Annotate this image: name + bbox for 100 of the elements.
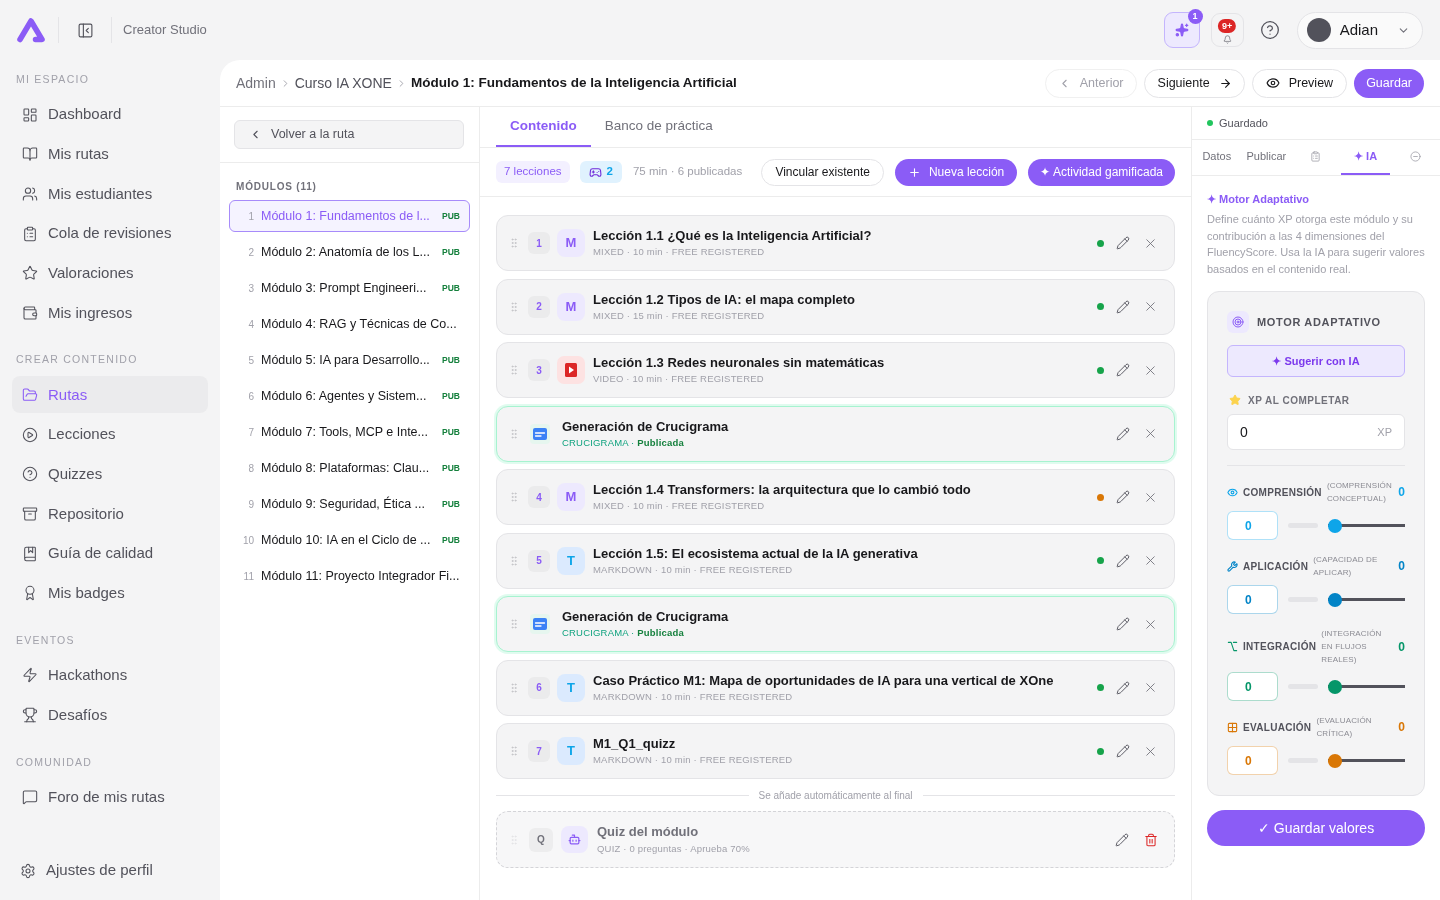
sidebar-item[interactable]: Foro de mis rutas (12, 778, 208, 816)
sidebar-item[interactable]: Mis ingresos (12, 294, 208, 332)
pencil-icon[interactable] (1115, 832, 1129, 847)
new-lesson-button[interactable]: Nueva lección (894, 158, 1018, 186)
drag-handle-icon[interactable] (508, 745, 520, 757)
module-item[interactable]: 6 Módulo 6: Agentes y Sistem... PUB (229, 380, 470, 412)
xp-input[interactable]: 0 XP (1227, 414, 1405, 450)
close-icon[interactable] (1143, 680, 1158, 695)
drag-handle-icon[interactable] (508, 427, 520, 440)
module-item[interactable]: 5 Módulo 5: IA para Desarrollo... PUB (229, 344, 470, 376)
activity-card[interactable]: Generación de Crucigrama CRUCIGRAMA · Publicada (496, 596, 1175, 652)
pencil-icon[interactable] (1116, 490, 1130, 504)
sidebar-item[interactable]: Cola de revisiones (12, 215, 208, 253)
gamified-activity-button[interactable]: ✦ Actividad gamificada (1028, 158, 1175, 186)
sidebar-item[interactable]: Repositorio (12, 495, 208, 533)
suggest-button[interactable]: ✦ Sugerir con IA (1227, 345, 1405, 377)
content-tab[interactable]: Contenido (496, 107, 591, 147)
panel-tab[interactable]: Publicar (1241, 140, 1292, 175)
quiz-card[interactable]: Q Quiz del módulo QUIZ · 0 preguntas · Aprueba 70% (496, 811, 1175, 868)
close-icon[interactable] (1143, 299, 1158, 314)
trash-icon[interactable] (1144, 832, 1158, 847)
module-item[interactable]: 8 Módulo 8: Plataformas: Clau... PUB (229, 452, 470, 484)
quiz-title: Quiz del módulo (597, 823, 700, 840)
lesson-meta: VIDEO · 10 min · FREE REGISTERED (593, 372, 765, 386)
pencil-icon[interactable] (1116, 363, 1130, 377)
drag-handle-icon[interactable] (508, 681, 520, 694)
module-item[interactable]: 11 Módulo 11: Proyecto Integrador Fi... (229, 560, 470, 592)
pencil-icon[interactable] (1116, 680, 1130, 695)
lesson-card[interactable]: 4 M Lección 1.4 Transformers: la arquitectura que lo cambió todo MIXED · 10 min · FREE REGISTERED (496, 469, 1175, 525)
eye-icon (1265, 76, 1280, 90)
sidebar-item[interactable]: Guía de calidad (12, 535, 208, 573)
module-item[interactable]: 4 Módulo 4: RAG y Técnicas de Co... (229, 308, 470, 340)
sidebar-item[interactable]: Ajustes de perfil (12, 852, 208, 889)
breadcrumb-current: Módulo 1: Fundamentos de la Inteligencia Artificial (410, 73, 737, 92)
lesson-card[interactable]: 6 T Caso Práctico M1: Mapa de oportunidades de IA para una vertical de XOne MARKDOWN · 10 min · FREE REGISTERED (496, 659, 1175, 716)
pencil-icon[interactable] (1116, 553, 1130, 568)
ai-assistant-button[interactable]: 1 (1163, 12, 1200, 48)
slider-thumb[interactable] (1328, 753, 1342, 768)
lesson-card[interactable]: 2 M Lección 1.2 Tipos de IA: el mapa completo MIXED · 15 min · FREE REGISTERED (496, 278, 1175, 335)
pencil-icon[interactable] (1116, 426, 1130, 441)
back-button[interactable]: Volver a la ruta (234, 120, 464, 149)
module-item[interactable]: 1 Módulo 1: Fundamentos de l... PUB (229, 200, 470, 232)
breadcrumb-link[interactable]: Admin (236, 72, 276, 94)
grid-icon (1227, 721, 1238, 733)
panel-tab[interactable]: Datos (1192, 140, 1242, 175)
close-icon[interactable] (1143, 553, 1158, 568)
lesson-number: 1 (528, 232, 550, 254)
sidebar-item[interactable]: Rutas (12, 376, 208, 414)
sidebar-item[interactable]: Lecciones (12, 416, 208, 454)
sidebar-item[interactable]: Mis badges (12, 574, 208, 612)
breadcrumb-link[interactable]: Curso IA XONE (294, 72, 392, 94)
sidebar-item[interactable]: Quizzes (12, 455, 208, 493)
drag-handle-icon[interactable] (508, 237, 520, 249)
activity-meta: CRUCIGRAMA · Publicada (562, 626, 685, 640)
activity-card[interactable]: Generación de Crucigrama CRUCIGRAMA · Publicada (496, 405, 1175, 462)
slider-thumb[interactable] (1328, 679, 1342, 694)
save-button[interactable]: Guardar (1354, 68, 1424, 98)
module-item[interactable]: 2 Módulo 2: Anatomía de los L... PUB (229, 236, 470, 268)
lesson-card[interactable]: 5 T Lección 1.5: El ecosistema actual de la IA generativa MARKDOWN · 10 min · FREE REGISTERED (496, 532, 1175, 589)
logo-icon[interactable] (16, 17, 46, 43)
lesson-card[interactable]: 1 M Lección 1.1 ¿Qué es la Inteligencia Artificial? MIXED · 10 min · FREE REGISTERED (496, 215, 1175, 271)
module-item[interactable]: 9 Módulo 9: Seguridad, Ética ... PUB (229, 488, 470, 520)
sidebar-item[interactable]: Desafíos (12, 696, 208, 734)
module-item[interactable]: 10 Módulo 10: IA en el Ciclo de ... PUB (229, 524, 470, 556)
sidebar-item[interactable]: Mis rutas (12, 135, 208, 173)
notifications-button[interactable]: 9+ (1210, 13, 1244, 47)
help-icon[interactable] (1259, 20, 1280, 40)
play-icon (22, 426, 38, 443)
drag-handle-icon[interactable] (508, 554, 520, 567)
module-item[interactable]: 3 Módulo 3: Prompt Engineeri... PUB (229, 272, 470, 304)
sidebar-item[interactable]: Hackathons (12, 656, 208, 694)
sidebar-item[interactable]: Dashboard (12, 96, 208, 133)
module-item[interactable]: 7 Módulo 7: Tools, MCP e Inte... PUB (229, 416, 470, 448)
pencil-icon[interactable] (1116, 236, 1130, 250)
drag-handle-icon[interactable] (508, 618, 520, 630)
content-tab[interactable]: Banco de práctica (590, 107, 727, 147)
user-menu[interactable]: Adian (1296, 11, 1423, 49)
slider-thumb[interactable] (1328, 592, 1342, 607)
pencil-icon[interactable] (1116, 617, 1130, 631)
pencil-icon[interactable] (1116, 744, 1130, 758)
save-values-button[interactable]: ✓ Guardar valores (1207, 810, 1425, 846)
slider-thumb[interactable] (1328, 518, 1342, 533)
drag-handle-icon[interactable] (508, 364, 520, 376)
close-icon[interactable] (1143, 426, 1158, 441)
panel-tab[interactable]: ✦ IA (1340, 140, 1391, 175)
lesson-card[interactable]: 3 Lección 1.3 Redes neuronales sin matemáticas VIDEO · 10 min · FREE REGISTERED (496, 342, 1175, 398)
link-existing-button[interactable]: Vincular existente (761, 158, 884, 186)
value-input[interactable]: 0 (1227, 585, 1278, 614)
help-icon (22, 466, 38, 483)
lesson-number: 5 (528, 549, 550, 572)
text-tile-icon (530, 614, 550, 634)
published-label: PUB (441, 209, 460, 223)
sidebar-item[interactable]: Mis estudiantes (12, 175, 208, 213)
sidebar-toggle-icon[interactable] (77, 21, 94, 39)
pencil-icon[interactable] (1116, 299, 1130, 314)
drag-handle-icon[interactable] (508, 300, 520, 313)
lesson-card[interactable]: 7 T M1_Q1_quizz MARKDOWN · 10 min · FREE REGISTERED (496, 723, 1175, 779)
value-input[interactable]: 0 (1227, 672, 1278, 701)
drag-handle-icon[interactable] (508, 491, 520, 503)
sidebar-item[interactable]: Valoraciones (12, 254, 208, 292)
